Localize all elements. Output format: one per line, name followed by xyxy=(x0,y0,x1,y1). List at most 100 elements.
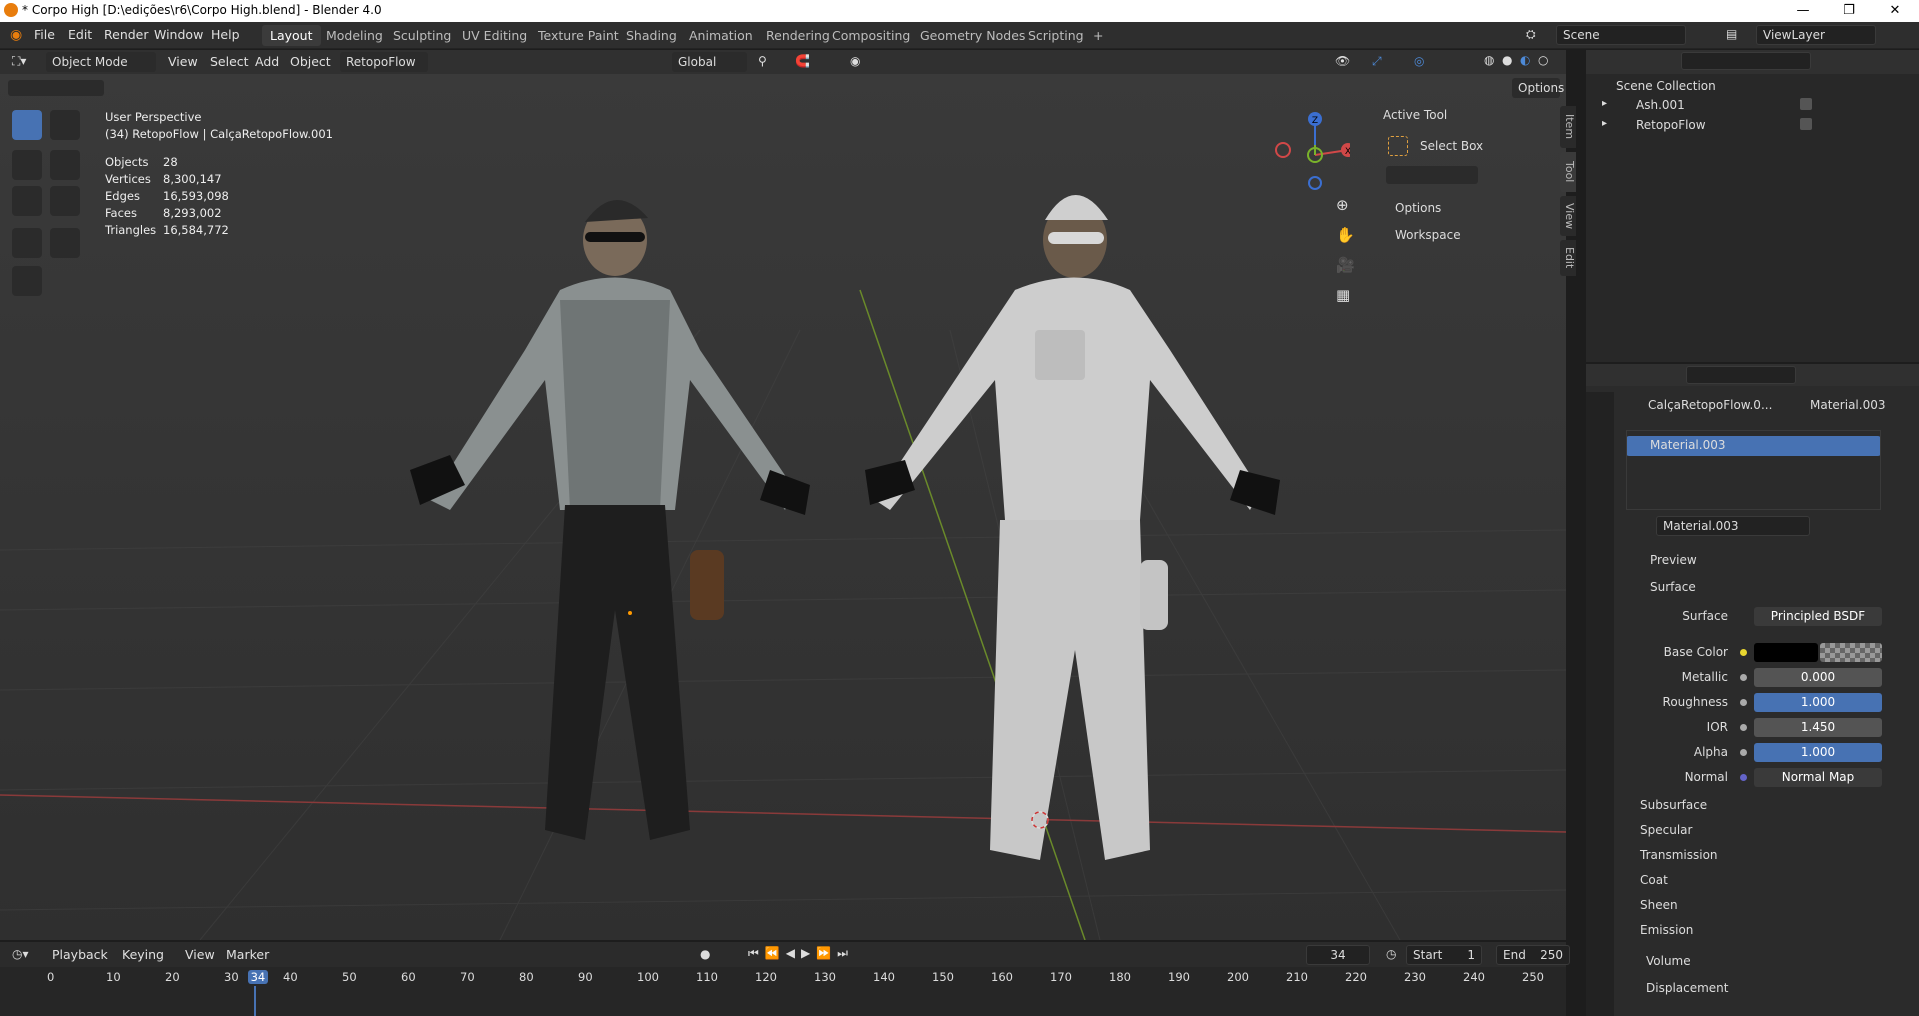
maximize-button[interactable]: ❐ xyxy=(1826,0,1872,22)
section-surface[interactable]: Surface xyxy=(1650,580,1696,594)
tab-edit[interactable]: Edit xyxy=(1560,240,1576,276)
minimize-button[interactable]: — xyxy=(1780,0,1826,22)
ior-value[interactable]: 1.450 xyxy=(1754,718,1882,737)
active-tool-header[interactable]: Active Tool xyxy=(1383,108,1447,122)
timeline-menu-marker[interactable]: Marker xyxy=(226,947,269,962)
navigation-gizmo[interactable]: Z X xyxy=(1270,105,1350,190)
outliner-search-input[interactable] xyxy=(1681,52,1811,70)
record-icon[interactable]: ● xyxy=(700,947,710,961)
timeline-tick: 130 xyxy=(814,970,836,984)
tab-item[interactable]: Item xyxy=(1560,106,1576,148)
properties-search-input[interactable] xyxy=(1686,366,1796,384)
select-mode-buttons[interactable] xyxy=(8,80,104,96)
close-button[interactable]: ✕ xyxy=(1872,0,1918,22)
subsection-specular[interactable]: Specular xyxy=(1640,823,1692,837)
measure-tool-icon[interactable] xyxy=(50,228,80,258)
viewlayer-selector[interactable]: ViewLayer xyxy=(1756,25,1876,45)
menu-render[interactable]: Render xyxy=(104,27,149,42)
playback-controls-icon[interactable]: ⏮⏪◀▶⏩⏭ xyxy=(748,946,854,961)
tool-mode-buttons[interactable] xyxy=(1386,166,1478,184)
menu-file[interactable]: File xyxy=(34,27,55,42)
tab-scripting[interactable]: Scripting xyxy=(1020,25,1092,46)
subsection-subsurface[interactable]: Subsurface xyxy=(1640,798,1707,812)
timeline-editor-icon[interactable]: ◷▾ xyxy=(12,947,29,961)
tab-shading[interactable]: Shading xyxy=(618,25,685,46)
tab-texture-paint[interactable]: Texture Paint xyxy=(530,25,627,46)
zoom-icon[interactable]: ⊕ xyxy=(1336,196,1349,214)
retopoflow-menu[interactable]: RetopoFlow xyxy=(340,52,428,72)
timeline-menu-keying[interactable]: Keying xyxy=(122,947,164,962)
metallic-value[interactable]: 0.000 xyxy=(1754,668,1882,687)
surface-shader-value[interactable]: Principled BSDF xyxy=(1754,607,1882,626)
subsection-sheen[interactable]: Sheen xyxy=(1640,898,1678,912)
pan-hand-icon[interactable]: ✋ xyxy=(1336,226,1355,244)
npanel-options[interactable]: Options xyxy=(1395,201,1441,215)
vp-menu-object[interactable]: Object xyxy=(290,54,331,69)
material-shading-icon[interactable]: ◐ xyxy=(1520,53,1530,67)
proportional-edit-icon[interactable]: ◉ xyxy=(850,54,860,68)
current-frame-field[interactable]: 34 xyxy=(1306,945,1370,965)
base-color-swatch[interactable] xyxy=(1754,643,1818,662)
section-volume[interactable]: Volume xyxy=(1646,954,1691,968)
material-name-field[interactable]: Material.003 xyxy=(1656,516,1810,536)
blender-menu-icon[interactable]: ◉ xyxy=(10,27,22,43)
subsection-emission[interactable]: Emission xyxy=(1640,923,1693,937)
timeline-menu-view[interactable]: View xyxy=(185,947,215,962)
move-tool-icon[interactable] xyxy=(12,150,42,180)
tab-uv-editing[interactable]: UV Editing xyxy=(454,25,535,46)
perspective-grid-icon[interactable]: ▦ xyxy=(1336,286,1350,304)
tab-animation[interactable]: Animation xyxy=(681,25,761,46)
properties-tabs-column[interactable] xyxy=(1586,392,1614,1016)
start-frame-field[interactable]: Start 1 xyxy=(1406,945,1482,965)
npanel-workspace[interactable]: Workspace xyxy=(1395,228,1461,242)
section-displacement[interactable]: Displacement xyxy=(1646,981,1729,995)
snap-icon[interactable]: 🧲 xyxy=(795,54,810,68)
add-workspace-button[interactable]: + xyxy=(1085,25,1111,46)
tab-geometry-nodes[interactable]: Geometry Nodes xyxy=(912,25,1033,46)
outliner-row-ash[interactable]: ▸ Ash.001 xyxy=(1596,97,1916,115)
vp-menu-view[interactable]: View xyxy=(168,54,198,69)
section-preview[interactable]: Preview xyxy=(1650,553,1697,567)
menu-help[interactable]: Help xyxy=(211,27,240,42)
vp-menu-add[interactable]: Add xyxy=(255,54,279,69)
playhead[interactable] xyxy=(253,986,256,1016)
tab-modeling[interactable]: Modeling xyxy=(318,25,391,46)
tab-sculpting[interactable]: Sculpting xyxy=(385,25,459,46)
transform-orientation[interactable]: Global xyxy=(672,52,747,72)
alpha-value[interactable]: 1.000 xyxy=(1754,743,1882,762)
transform-tool-icon[interactable] xyxy=(50,186,80,216)
visibility-icon[interactable]: 👁 xyxy=(1335,54,1350,68)
vp-menu-select[interactable]: Select xyxy=(210,54,249,69)
camera-icon[interactable]: 🎥 xyxy=(1336,256,1355,274)
scale-tool-icon[interactable] xyxy=(12,186,42,216)
subsection-transmission[interactable]: Transmission xyxy=(1640,848,1718,862)
base-color-texture[interactable] xyxy=(1820,643,1882,662)
cursor-tool-icon[interactable] xyxy=(50,110,80,140)
menu-edit[interactable]: Edit xyxy=(68,27,92,42)
pivot-icon[interactable]: ⚲ xyxy=(758,54,767,68)
rendered-shading-icon[interactable]: ○ xyxy=(1538,53,1548,67)
select-box-tool-icon[interactable] xyxy=(12,110,42,140)
gizmo-toggle-icon[interactable]: ⤢ xyxy=(1372,54,1382,69)
outliner-row-retopoflow[interactable]: ▸ RetopoFlow xyxy=(1596,117,1916,135)
overlay-toggle-icon[interactable]: ◎ xyxy=(1414,54,1424,68)
tab-layout[interactable]: Layout xyxy=(262,25,321,46)
editor-type-icon[interactable]: ⛶▾ xyxy=(12,54,26,69)
timeline-menu-playback[interactable]: Playback xyxy=(52,947,108,962)
menu-window[interactable]: Window xyxy=(154,27,203,42)
annotate-tool-icon[interactable] xyxy=(12,228,42,258)
options-button[interactable]: Options xyxy=(1512,78,1564,98)
tab-view[interactable]: View xyxy=(1560,196,1576,236)
solid-shading-icon[interactable]: ● xyxy=(1502,53,1512,67)
tab-tool[interactable]: Tool xyxy=(1560,152,1576,192)
subsection-coat[interactable]: Coat xyxy=(1640,873,1668,887)
scene-selector[interactable]: Scene xyxy=(1556,25,1686,45)
end-frame-field[interactable]: End 250 xyxy=(1496,945,1570,965)
add-cube-tool-icon[interactable] xyxy=(12,266,42,296)
wireframe-shading-icon[interactable]: ◍ xyxy=(1484,53,1494,67)
rotate-tool-icon[interactable] xyxy=(50,150,80,180)
mode-dropdown[interactable]: Object Mode xyxy=(46,52,156,72)
normal-value[interactable]: Normal Map xyxy=(1754,768,1882,787)
roughness-value[interactable]: 1.000 xyxy=(1754,693,1882,712)
tab-compositing[interactable]: Compositing xyxy=(824,25,918,46)
